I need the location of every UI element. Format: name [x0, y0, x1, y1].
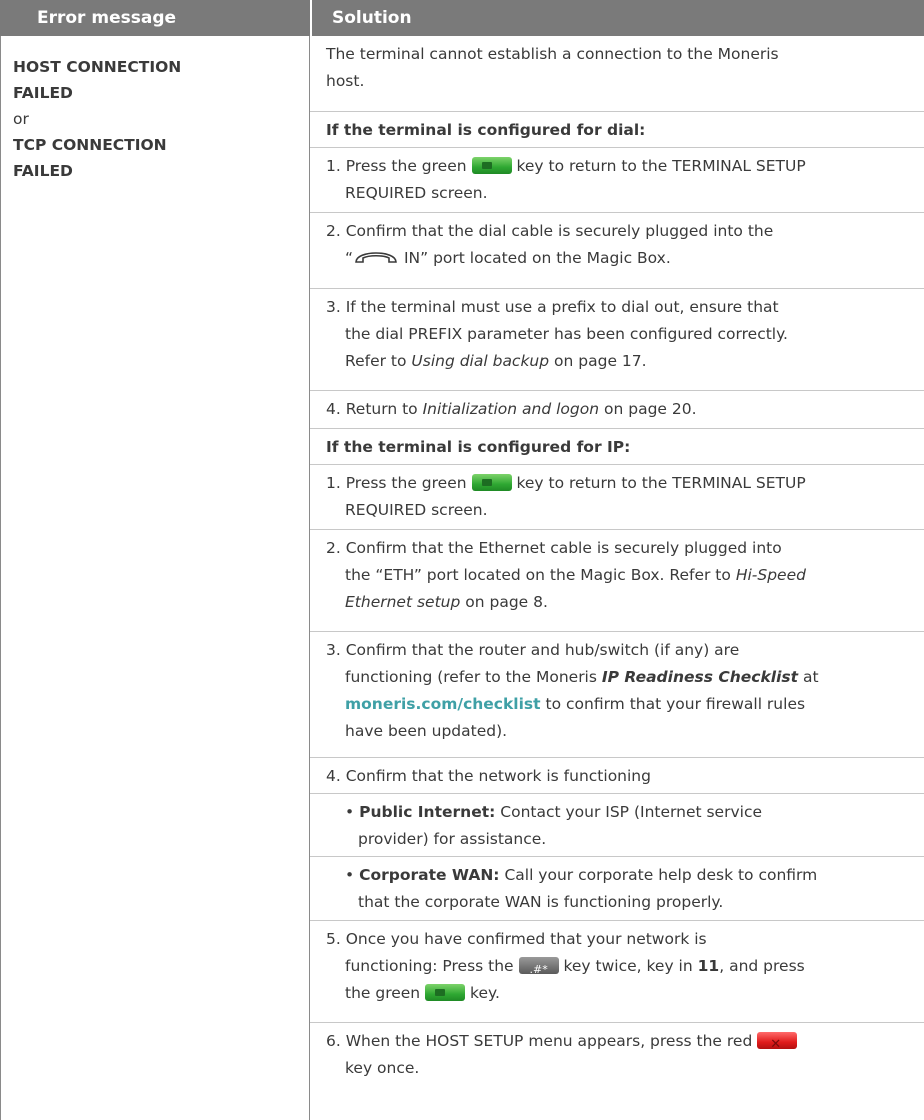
dial-step-2-text-b: IN” port located on the Magic Box. [403, 249, 671, 267]
ip-step-3-text-b: functioning (refer to the Moneris [345, 668, 597, 686]
ip-step-1-text-b: key to return to the TERMINAL SETUP [516, 474, 806, 492]
dial-step-2-open-quote: “ [345, 249, 354, 267]
ip-readiness-checklist-ref: IP Readiness Checklist [601, 668, 799, 686]
ip-step-4-bullet-1: • Public Internet: Contact your ISP (Int… [310, 794, 924, 857]
error-or: or [13, 110, 29, 128]
ip-step-2-text-b: the “ETH” port located on the Magic Box.… [345, 566, 731, 584]
ip-step-2-ref-b: Ethernet setup [345, 593, 461, 611]
dial-heading: If the terminal is configured for dial: [326, 121, 646, 139]
ip-step-5: 5. Once you have confirmed that your net… [310, 921, 924, 1023]
ip-step-3: 3. Confirm that the router and hub/switc… [310, 632, 924, 758]
error-line-4: FAILED [13, 162, 73, 180]
ip-heading: If the terminal is configured for IP: [326, 438, 631, 456]
dial-step-1: 1. Press the green key to return to the … [310, 148, 924, 213]
ip-step-3-text-d: have been updated). [345, 722, 508, 740]
red-key-icon [757, 1031, 798, 1058]
ip-step-6-text-b: key once. [345, 1059, 420, 1077]
dial-step-2-text-a: 2. Confirm that the dial cable is secure… [326, 222, 774, 240]
error-message-column: HOST CONNECTION FAILED or TCP CONNECTION… [0, 36, 310, 1120]
troubleshooting-table: Error message Solution HOST CONNECTION F… [0, 0, 924, 1120]
solution-intro: The terminal cannot establish a connecti… [310, 36, 924, 112]
corporate-wan-text-b: that the corporate WAN is functioning pr… [358, 893, 724, 911]
ip-step-4-bullet-2: • Corporate WAN: Call your corporate hel… [310, 857, 924, 921]
dial-step-3: 3. If the terminal must use a prefix to … [310, 289, 924, 391]
dial-step-1-text-a: 1. Press the green [326, 157, 467, 175]
ip-step-3-text-c: to confirm that your firewall rules [545, 695, 806, 713]
ip-step-5-number: 11 [697, 957, 720, 975]
ip-step-4: 4. Confirm that the network is functioni… [310, 758, 924, 794]
dial-step-1-text-b: key to return to the TERMINAL SETUP [516, 157, 806, 175]
ip-step-1-text-c: REQUIRED screen. [345, 501, 488, 519]
ip-step-1-text-a: 1. Press the green [326, 474, 467, 492]
dial-step-3-ref: Using dial backup [411, 352, 550, 370]
ip-step-2-ref-a: Hi-Speed [735, 566, 806, 584]
header-solution: Solution [332, 8, 412, 28]
ip-step-2-text-a: 2. Confirm that the Ethernet cable is se… [326, 539, 782, 557]
intro-line-2: host. [326, 72, 365, 90]
bullet-icon: • [345, 803, 355, 821]
public-internet-label: Public Internet: [359, 803, 496, 821]
solution-column: The terminal cannot establish a connecti… [310, 36, 924, 1120]
corporate-wan-label: Corporate WAN: [359, 866, 500, 884]
intro-line-1: The terminal cannot establish a connecti… [326, 45, 779, 63]
public-internet-text-a: Contact your ISP (Internet service [500, 803, 763, 821]
ip-heading-row: If the terminal is configured for IP: [310, 429, 924, 465]
ip-step-6-text-a: 6. When the HOST SETUP menu appears, pre… [326, 1032, 753, 1050]
ip-step-5-text-b: functioning: Press the [345, 957, 514, 975]
ip-step-1: 1. Press the green key to return to the … [310, 465, 924, 530]
dial-step-2: 2. Confirm that the dial cable is secure… [310, 213, 924, 289]
function-key-icon [518, 956, 559, 983]
checklist-link[interactable]: moneris.com/checklist [326, 695, 541, 713]
dial-heading-row: If the terminal is configured for dial: [310, 112, 924, 148]
ip-step-6: 6. When the HOST SETUP menu appears, pre… [310, 1023, 924, 1103]
ip-step-5-text-f: key. [470, 984, 500, 1002]
green-key-icon [471, 157, 512, 174]
corporate-wan-text-a: Call your corporate help desk to confirm [504, 866, 818, 884]
dial-step-4-ref: Initialization and logon [422, 400, 600, 418]
public-internet-text-b: provider) for assistance. [358, 830, 547, 848]
phone-handset-icon [353, 247, 399, 276]
bullet-icon: • [345, 866, 355, 884]
dial-step-4-text: 4. Return to [326, 400, 418, 418]
ip-step-3-at: at [802, 668, 819, 686]
error-line-2: FAILED [13, 84, 73, 102]
header-error-message: Error message [37, 8, 177, 28]
dial-step-3-text-c: Refer to [345, 352, 407, 370]
dial-step-4-page: on page 20. [604, 400, 697, 418]
ip-step-5-text-c: key twice, key in [563, 957, 693, 975]
ip-step-5-text-e: the green [345, 984, 421, 1002]
ip-step-4-text: 4. Confirm that the network is functioni… [326, 767, 651, 785]
error-line-3: TCP CONNECTION [13, 136, 167, 154]
green-key-icon [471, 474, 512, 491]
table-header: Error message Solution [0, 0, 924, 36]
dial-step-3-text-b: the dial PREFIX parameter has been confi… [345, 325, 788, 343]
dial-step-1-text-c: REQUIRED screen. [345, 184, 488, 202]
ip-step-2-page: on page 8. [465, 593, 548, 611]
dial-step-3-page: on page 17. [554, 352, 647, 370]
dial-step-3-text-a: 3. If the terminal must use a prefix to … [326, 298, 779, 316]
ip-step-2: 2. Confirm that the Ethernet cable is se… [310, 530, 924, 632]
green-key-icon [425, 984, 466, 1001]
ip-step-5-text-a: 5. Once you have confirmed that your net… [326, 930, 707, 948]
ip-step-5-text-d: , and press [719, 957, 805, 975]
error-line-1: HOST CONNECTION [13, 58, 182, 76]
ip-step-3-text-a: 3. Confirm that the router and hub/switc… [326, 641, 740, 659]
header-divider [310, 0, 312, 36]
dial-step-4: 4. Return to Initialization and logon on… [310, 391, 924, 429]
